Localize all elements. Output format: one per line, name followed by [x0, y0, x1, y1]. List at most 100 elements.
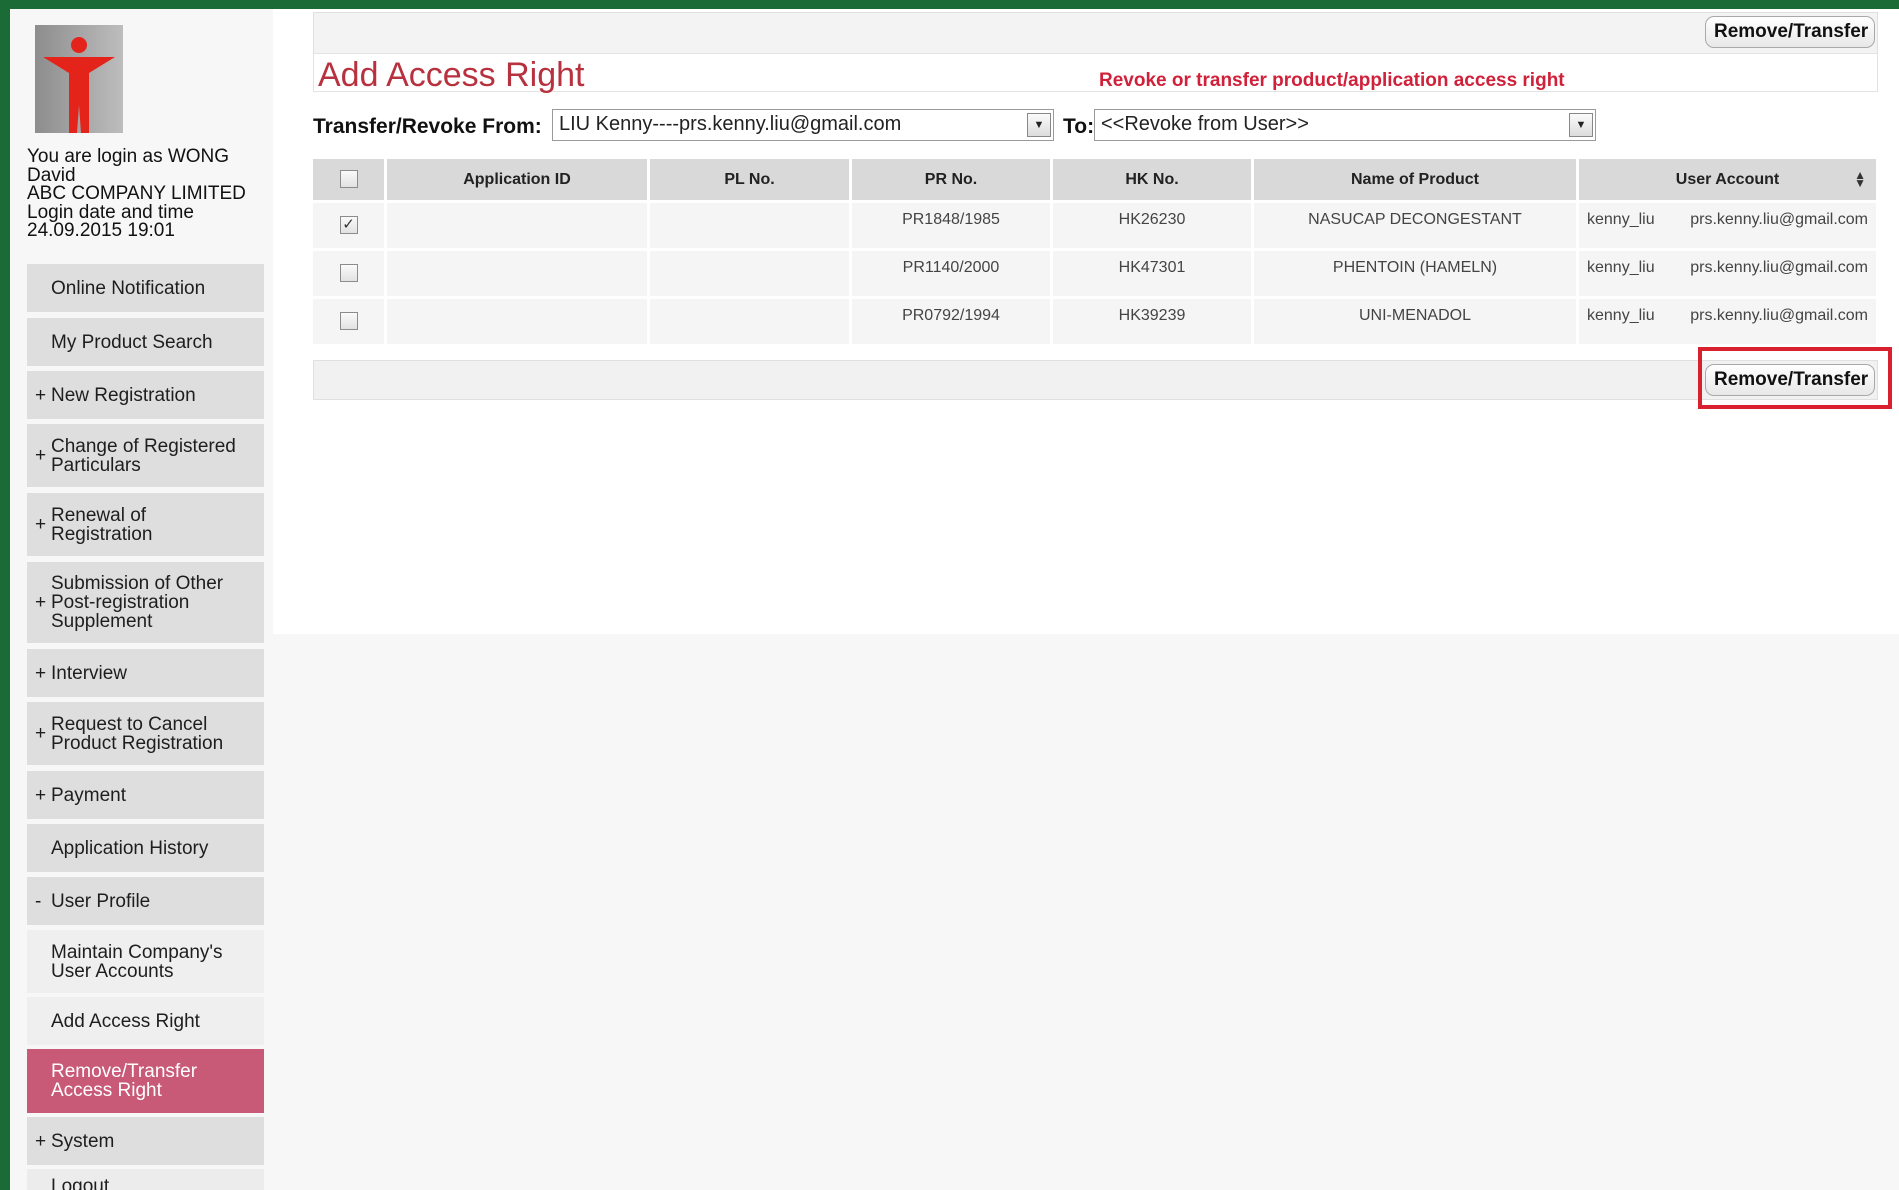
sidebar-item-label: Add Access Right	[51, 1010, 200, 1032]
sidebar-item-system[interactable]: + System	[27, 1117, 264, 1165]
hk-no-cell: HK39239	[1053, 296, 1254, 344]
from-label: Transfer/Revoke From:	[313, 115, 542, 138]
pr-no-cell: PR1140/2000	[852, 248, 1053, 296]
chevron-down-icon[interactable]: ▼	[1569, 113, 1593, 137]
app-frame: You are login as WONG David ABC COMPANY …	[10, 9, 1899, 1190]
remove-transfer-button-top[interactable]: Remove/Transfer	[1705, 16, 1875, 48]
hk-no-cell: HK47301	[1053, 248, 1254, 296]
sidebar-item-label: Application History	[51, 837, 209, 859]
column-header[interactable]: HK No.	[1053, 159, 1254, 200]
table-header-row: Application ID PL No. PR No. HK No. Name…	[313, 159, 1876, 200]
sidebar-item-maintain-user-accounts[interactable]: Maintain Company's User Accounts	[27, 930, 264, 993]
table-row: PR0792/1994 HK39239 UNI-MENADOL kenny_li…	[313, 296, 1876, 344]
application-id-cell	[387, 200, 650, 248]
page-subtitle: Revoke or transfer product/application a…	[1099, 70, 1565, 91]
sidebar-item-add-access-right[interactable]: Add Access Right	[27, 997, 264, 1045]
to-select-value: <<Revoke from User>>	[1101, 113, 1309, 135]
access-right-table: Application ID PL No. PR No. HK No. Name…	[313, 159, 1876, 344]
row-checkbox[interactable]	[339, 312, 358, 331]
sidebar-item-my-product-search[interactable]: My Product Search	[27, 318, 264, 366]
sidebar-item-interview[interactable]: + Interview	[27, 649, 264, 697]
pr-no-cell: PR1848/1985	[852, 200, 1053, 248]
table-row: PR1140/2000 HK47301 PHENTOIN (HAMELN) ke…	[313, 248, 1876, 296]
sidebar-item-label: My Product Search	[51, 331, 213, 353]
application-id-cell	[387, 248, 650, 296]
user-email: prs.kenny.liu@gmail.com	[1690, 211, 1868, 228]
sidebar: You are login as WONG David ABC COMPANY …	[10, 9, 273, 1190]
row-checkbox[interactable]: ✓	[339, 216, 358, 235]
table-row: ✓ PR1848/1985 HK26230 NASUCAP DECONGESTA…	[313, 200, 1876, 248]
row-select-cell: ✓	[313, 200, 387, 248]
sidebar-item-label: Renewal of Registration	[51, 504, 153, 545]
username: kenny_liu	[1587, 211, 1655, 228]
sidebar-item-online-notification[interactable]: Online Notification	[27, 264, 264, 312]
column-header-user-account[interactable]: User Account ▲ ▼	[1579, 159, 1876, 200]
highlight-box	[1698, 347, 1892, 409]
sidebar-item-request-cancel[interactable]: + Request to Cancel Product Registration	[27, 702, 264, 765]
main-panel: Remove/Transfer Add Access Right Revoke …	[273, 9, 1899, 634]
sidebar-item-renewal-of-registration[interactable]: + Renewal of Registration	[27, 493, 264, 556]
sidebar-item-label: Change of Registered Particulars	[51, 435, 236, 476]
column-header[interactable]: Application ID	[387, 159, 650, 200]
sidebar-item-label: Payment	[51, 784, 126, 806]
select-all-checkbox[interactable]	[339, 170, 358, 189]
to-select[interactable]: <<Revoke from User>> ▼	[1094, 109, 1596, 141]
sidebar-item-label: System	[51, 1130, 115, 1152]
filter-row: Transfer/Revoke From: LIU Kenny----prs.k…	[313, 109, 1876, 145]
username: kenny_liu	[1587, 259, 1655, 276]
user-info: You are login as WONG David ABC COMPANY …	[27, 146, 273, 241]
sidebar-item-logout[interactable]: Logout	[27, 1169, 264, 1190]
hk-no-cell: HK26230	[1053, 200, 1254, 248]
user-account-cell: kenny_liu prs.kenny.liu@gmail.com	[1579, 248, 1876, 296]
product-name-cell: NASUCAP DECONGESTANT	[1254, 200, 1579, 248]
page-title: Add Access Right	[318, 56, 585, 94]
title-bar: Add Access Right Revoke or transfer prod…	[313, 53, 1878, 94]
sidebar-item-label: New Registration	[51, 384, 196, 406]
sort-icon[interactable]: ▲ ▼	[1854, 169, 1866, 189]
row-checkbox[interactable]	[339, 264, 358, 283]
user-account-cell: kenny_liu prs.kenny.liu@gmail.com	[1579, 296, 1876, 344]
bottom-toolbar: Remove/Transfer	[313, 360, 1878, 400]
sidebar-item-new-registration[interactable]: + New Registration	[27, 371, 264, 419]
product-name-cell: PHENTOIN (HAMELN)	[1254, 248, 1579, 296]
pl-no-cell	[650, 296, 852, 344]
company-name: ABC COMPANY LIMITED	[27, 183, 246, 204]
from-select-value: LIU Kenny----prs.kenny.liu@gmail.com	[559, 113, 902, 135]
row-select-cell	[313, 248, 387, 296]
column-header[interactable]: Name of Product	[1254, 159, 1579, 200]
to-label: To:	[1063, 115, 1095, 138]
chevron-down-icon[interactable]: ▼	[1027, 113, 1051, 137]
user-email: prs.kenny.liu@gmail.com	[1690, 307, 1868, 324]
sidebar-item-post-registration-supplement[interactable]: + Submission of Other Post-registration S…	[27, 562, 264, 643]
row-select-cell	[313, 296, 387, 344]
column-header[interactable]: PR No.	[852, 159, 1053, 200]
login-time: 24.09.2015 19:01	[27, 220, 175, 241]
select-all-header	[313, 159, 387, 200]
logo-icon	[35, 25, 123, 133]
top-toolbar: Remove/Transfer	[313, 12, 1878, 54]
from-select[interactable]: LIU Kenny----prs.kenny.liu@gmail.com ▼	[552, 109, 1054, 141]
sidebar-item-application-history[interactable]: Application History	[27, 824, 264, 872]
sidebar-item-label: Logout	[51, 1176, 110, 1190]
sidebar-item-change-of-registered-particulars[interactable]: + Change of Registered Particulars	[27, 424, 264, 487]
sidebar-item-remove-transfer-access-right[interactable]: Remove/Transfer Access Right	[27, 1049, 264, 1113]
sidebar-item-label: Maintain Company's User Accounts	[51, 941, 223, 982]
column-header[interactable]: PL No.	[650, 159, 852, 200]
sidebar-item-user-profile[interactable]: - User Profile	[27, 877, 264, 925]
user-email: prs.kenny.liu@gmail.com	[1690, 259, 1868, 276]
user-account-cell: kenny_liu prs.kenny.liu@gmail.com	[1579, 200, 1876, 248]
sidebar-item-label: Interview	[51, 662, 128, 684]
sidebar-item-label: Online Notification	[51, 277, 206, 299]
username: kenny_liu	[1587, 307, 1655, 324]
product-name-cell: UNI-MENADOL	[1254, 296, 1579, 344]
sidebar-item-label: Submission of Other Post-registration Su…	[51, 573, 224, 632]
pl-no-cell	[650, 200, 852, 248]
sidebar-item-label: Request to Cancel Product Registration	[51, 713, 224, 754]
sidebar-item-label: User Profile	[51, 890, 151, 912]
sidebar-item-payment[interactable]: + Payment	[27, 771, 264, 819]
pr-no-cell: PR0792/1994	[852, 296, 1053, 344]
application-id-cell	[387, 296, 650, 344]
login-line: You are login as WONG	[27, 146, 230, 167]
pl-no-cell	[650, 248, 852, 296]
sidebar-item-label: Remove/Transfer Access Right	[51, 1061, 198, 1101]
